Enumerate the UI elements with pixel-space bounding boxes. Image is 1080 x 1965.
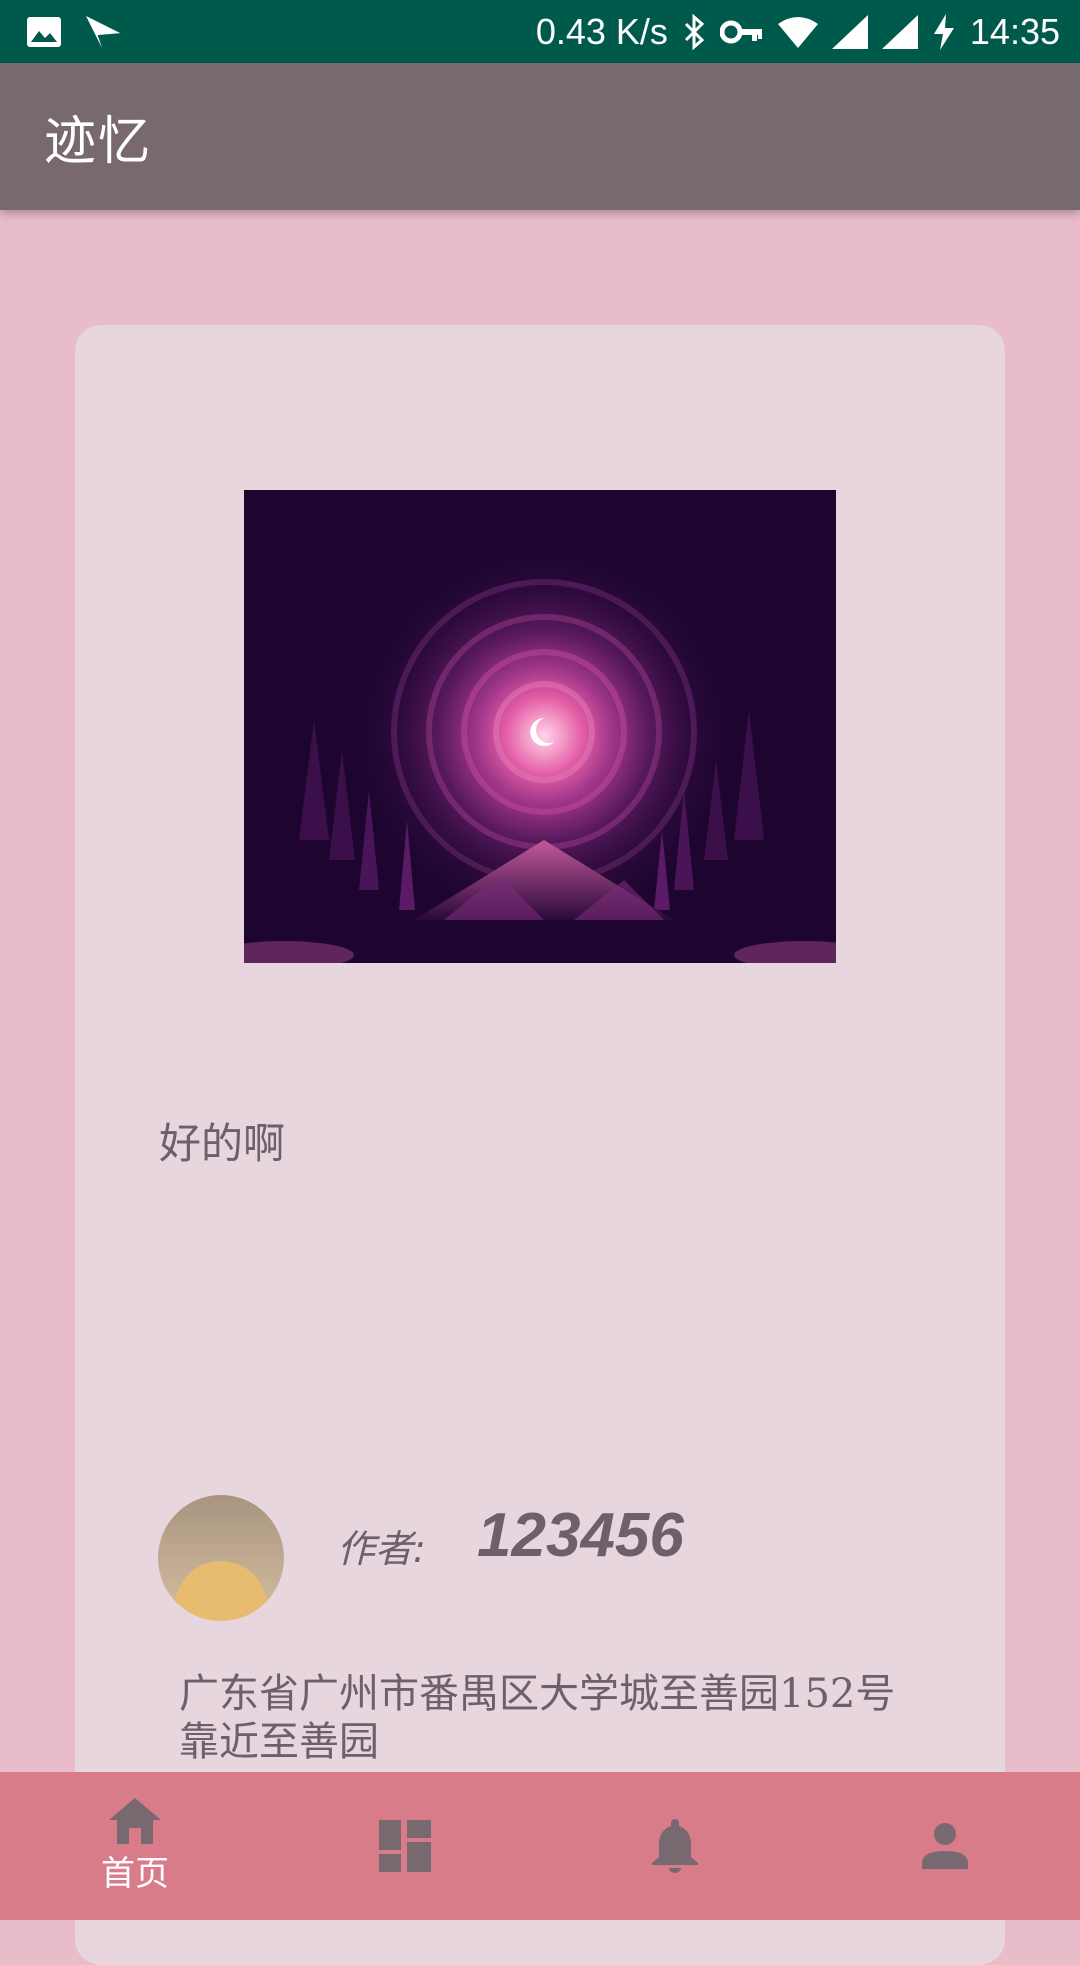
key-icon [719, 18, 764, 46]
status-bar: 0.43 K/s 14:35 [0, 0, 1080, 63]
post-card[interactable]: 好的啊 作者: 123456 广东省广州市番禺区大学城至善园152号靠近至善园 [75, 325, 1005, 1965]
nav-item-profile[interactable] [810, 1772, 1080, 1920]
image-icon [26, 16, 62, 48]
location-text: 广东省广州市番禺区大学城至善园152号靠近至善园 [179, 1671, 896, 1765]
charging-icon [932, 13, 956, 50]
author-name[interactable]: 123456 [477, 1500, 684, 1571]
net-speed: 0.43 K/s [535, 10, 668, 52]
app-title: 迹忆 [44, 112, 153, 172]
app-bar: 迹忆 [0, 63, 1080, 210]
nav-item-home[interactable]: 首页 [0, 1772, 270, 1920]
signal-icon [881, 14, 918, 49]
nav-item-notifications[interactable] [540, 1772, 810, 1920]
author-label: 作者: [337, 1527, 426, 1571]
clock: 14:35 [969, 10, 1060, 52]
send-icon [84, 14, 124, 50]
dashboard-icon [379, 1820, 431, 1872]
nav-label-home: 首页 [101, 1853, 169, 1894]
post-text: 好的啊 [159, 1119, 286, 1168]
post-image[interactable] [244, 490, 836, 963]
avatar[interactable] [158, 1495, 284, 1621]
wifi-icon [777, 16, 818, 48]
bluetooth-icon [682, 13, 706, 50]
home-icon [109, 1797, 161, 1844]
signal-icon [831, 14, 868, 49]
bell-icon [652, 1819, 698, 1873]
bottom-nav: 首页 [0, 1772, 1080, 1920]
person-icon [922, 1823, 968, 1869]
nav-item-dashboard[interactable] [270, 1772, 540, 1920]
